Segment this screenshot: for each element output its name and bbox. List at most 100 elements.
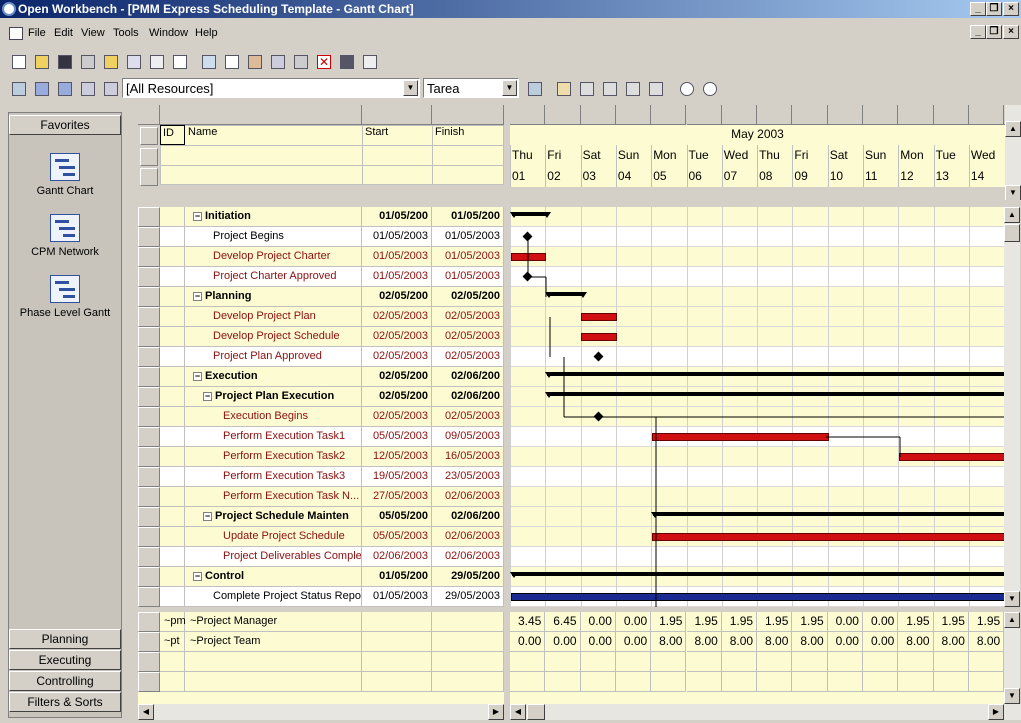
restore-button[interactable]: ❐	[986, 2, 1002, 16]
resource-id[interactable]: ~pm	[164, 615, 186, 627]
task-finish-cell[interactable]: 01/05/2003	[432, 267, 504, 287]
task-id-cell[interactable]	[160, 367, 185, 387]
row-header[interactable]	[138, 247, 160, 267]
list-icon[interactable]	[171, 54, 189, 70]
resource-name[interactable]: ~Project Team	[190, 635, 260, 647]
table-row[interactable]: Develop Project Plan 02/05/2003 02/05/2003	[138, 307, 504, 327]
task-name-cell[interactable]: Develop Project Charter	[185, 247, 362, 267]
task-name-cell[interactable]: − Execution	[185, 367, 362, 387]
executing-button[interactable]: Executing	[9, 650, 121, 670]
task-start-cell[interactable]: 05/05/200	[362, 507, 432, 527]
task-id-cell[interactable]	[160, 487, 185, 507]
row-header[interactable]	[138, 547, 160, 567]
doc-close-button[interactable]: ×	[1003, 25, 1019, 39]
preview-icon[interactable]	[125, 54, 143, 70]
collapse-icon[interactable]: −	[203, 511, 212, 521]
menu-tools[interactable]: Tools	[113, 27, 139, 39]
delete-icon[interactable]: ✕	[315, 54, 333, 70]
task-start-cell[interactable]: 01/05/2003	[362, 247, 432, 267]
task-name-cell[interactable]: Update Project Schedule	[185, 527, 362, 547]
scroll-left-icon[interactable]: ◀	[138, 704, 154, 720]
task-start-cell[interactable]: 02/05/200	[362, 387, 432, 407]
task-finish-cell[interactable]: 02/05/2003	[432, 407, 504, 427]
task-id-cell[interactable]	[160, 407, 185, 427]
task-start-cell[interactable]: 02/05/2003	[362, 307, 432, 327]
task-finish-cell[interactable]: 29/05/2003	[432, 587, 504, 607]
table-row[interactable]: − Control 01/05/200 29/05/200	[138, 567, 504, 587]
scroll-down-icon[interactable]: ▼	[1004, 591, 1020, 607]
chevron-down-icon[interactable]: ▼	[403, 80, 418, 96]
task-id-cell[interactable]	[160, 207, 185, 227]
doc-restore-button[interactable]: ❐	[986, 25, 1002, 39]
task-finish-cell[interactable]: 01/05/200	[432, 207, 504, 227]
scroll-right-icon[interactable]: ▶	[488, 704, 504, 720]
cut-icon[interactable]	[200, 54, 218, 70]
task-start-cell[interactable]: 02/06/2003	[362, 547, 432, 567]
collapse-icon[interactable]: −	[203, 391, 212, 401]
menu-view[interactable]: View	[81, 27, 105, 39]
task-id-cell[interactable]	[160, 547, 185, 567]
mail-icon[interactable]	[148, 54, 166, 70]
task-name-cell[interactable]: − Initiation	[185, 207, 362, 227]
row-header[interactable]	[138, 672, 160, 692]
task-finish-cell[interactable]: 02/05/2003	[432, 347, 504, 367]
table-row[interactable]: Project Plan Approved 02/05/2003 02/05/200…	[138, 347, 504, 367]
table-row[interactable]: − Planning 02/05/200 02/05/200	[138, 287, 504, 307]
table-row[interactable]: Develop Project Charter 01/05/2003 01/05/2…	[138, 247, 504, 267]
task-name-cell[interactable]: Project Plan Approved	[185, 347, 362, 367]
scroll-down-icon[interactable]: ▼	[1005, 185, 1021, 200]
task-finish-cell[interactable]: 01/05/2003	[432, 227, 504, 247]
view-gantt-chart[interactable]: Gantt Chart	[9, 153, 121, 197]
gantt-vscroll[interactable]: ▲ ▼	[1004, 207, 1020, 607]
unlink-icon[interactable]	[601, 81, 619, 97]
chevron-down-icon[interactable]: ▼	[502, 80, 517, 96]
task-finish-cell[interactable]: 01/05/2003	[432, 247, 504, 267]
task-finish-cell[interactable]: 09/05/2003	[432, 427, 504, 447]
task-name-cell[interactable]: Project Deliverables Complet	[185, 547, 362, 567]
favorites-button[interactable]: Favorites	[9, 115, 121, 135]
row-header[interactable]	[138, 527, 160, 547]
task-start-cell[interactable]: 02/05/200	[362, 367, 432, 387]
row-header[interactable]	[138, 267, 160, 287]
resource-load-cell[interactable]: 1.95	[721, 612, 758, 632]
task-name-cell[interactable]: Perform Execution Task1	[185, 427, 362, 447]
task-name-cell[interactable]: Develop Project Plan	[185, 307, 362, 327]
row-header[interactable]	[138, 652, 160, 672]
table-row[interactable]: Project Begins 01/05/2003 01/05/2003	[138, 227, 504, 247]
resource-load-cell[interactable]: 0.00	[580, 632, 616, 652]
find-icon[interactable]	[338, 54, 356, 70]
collapse-icon[interactable]: −	[193, 211, 202, 221]
table-row[interactable]: − Initiation 01/05/200 01/05/200	[138, 207, 504, 227]
scroll-left-icon[interactable]: ◀	[510, 704, 526, 720]
row-header[interactable]	[138, 227, 160, 247]
task-name-cell[interactable]: − Project Schedule Mainten	[185, 507, 362, 527]
resource-name[interactable]: ~Project Manager	[190, 615, 277, 627]
undo-icon[interactable]	[269, 54, 287, 70]
table-row[interactable]: Develop Project Schedule 02/05/2003 02/05/…	[138, 327, 504, 347]
table-row[interactable]: Project Deliverables Complet 02/06/2003 02…	[138, 547, 504, 567]
table-row[interactable]: Complete Project Status Report 01/05/2003…	[138, 587, 504, 607]
row-header[interactable]	[138, 207, 160, 227]
task-finish-cell[interactable]: 02/06/2003	[432, 487, 504, 507]
resource-load-cell[interactable]: 0.00	[580, 612, 616, 632]
task-id-cell[interactable]	[160, 507, 185, 527]
scroll-up-icon[interactable]: ▲	[1005, 121, 1021, 137]
col-name-header[interactable]: Name	[188, 126, 217, 138]
row-header[interactable]	[138, 632, 160, 652]
task-name-cell[interactable]: Project Charter Approved	[185, 267, 362, 287]
row-header[interactable]	[138, 327, 160, 347]
resource-load-cell[interactable]: 1.95	[686, 612, 722, 632]
resource-load-cell[interactable]: 8.00	[651, 632, 687, 652]
task-finish-cell[interactable]: 23/05/2003	[432, 467, 504, 487]
close-button[interactable]: ×	[1003, 2, 1019, 16]
resource-load-cell[interactable]: 0.00	[827, 612, 863, 632]
task-start-cell[interactable]: 19/05/2003	[362, 467, 432, 487]
task-start-cell[interactable]: 27/05/2003	[362, 487, 432, 507]
open-icon[interactable]	[33, 54, 51, 70]
task-start-cell[interactable]: 02/05/2003	[362, 347, 432, 367]
task-id-cell[interactable]	[160, 287, 185, 307]
task-finish-cell[interactable]: 02/05/2003	[432, 327, 504, 347]
menu-help[interactable]: Help	[195, 27, 218, 39]
task-finish-cell[interactable]: 02/06/2003	[432, 527, 504, 547]
row-header[interactable]	[138, 507, 160, 527]
